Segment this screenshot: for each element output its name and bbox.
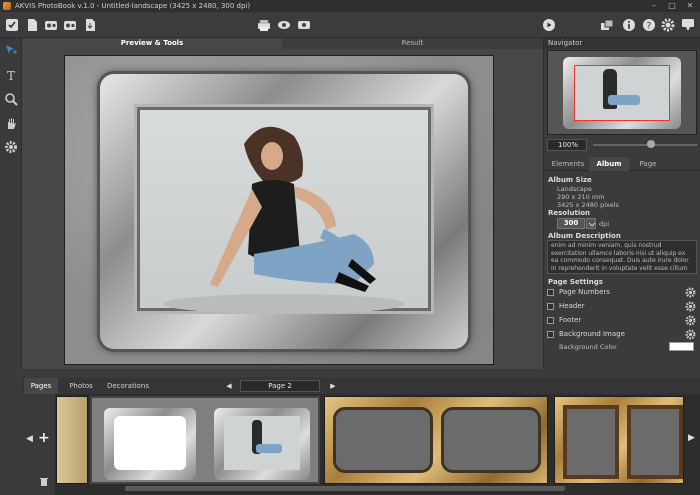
bottom-tabs-bar: Pages Photos Decorations ◀ Page 2 ▶ [22,378,700,394]
background-image-settings-gear-icon[interactable] [685,329,696,340]
size-mm-value: 290 x 210 mm [557,193,605,201]
album-page-preview[interactable] [64,55,494,365]
frame-photo [134,104,434,314]
resolution-unit: dpi [599,220,610,228]
prev-page-icon[interactable]: ◀ [222,378,236,394]
resolution-dropdown-icon[interactable] [586,218,596,229]
app-window: AKVIS PhotoBook v.1.0 - Untitled-landsca… [0,0,700,495]
ornate-silver-frame[interactable] [100,74,468,349]
svg-text:T: T [7,69,15,82]
svg-text:?: ? [647,22,652,32]
background-image-row: Background Image [547,329,699,340]
header-row: Header [547,301,699,312]
page-numbers-settings-gear-icon[interactable] [685,287,696,298]
window-title: AKVIS PhotoBook v.1.0 - Untitled-landsca… [15,2,251,10]
tab-page[interactable]: Page [630,157,666,171]
close-button[interactable]: ✕ [681,0,699,12]
album-size-label: Album Size [548,176,592,184]
run-play-icon[interactable] [542,18,556,32]
pages-strip [0,394,700,495]
settings-panel: Navigator 100% Elements Album Page Album… [543,38,700,368]
navigator-preview[interactable] [547,50,697,135]
page-thumbnail-4[interactable] [554,396,684,484]
page-settings-label: Page Settings [548,278,603,286]
maximize-button[interactable]: □ [663,0,681,12]
strip-prev-arrow-icon[interactable]: ◀ [26,434,33,444]
background-color-swatch[interactable] [669,342,694,351]
tools-sidebar: T [0,38,22,368]
info-icon[interactable] [622,18,636,32]
footer-row: Footer [547,315,699,326]
resolution-input[interactable]: 300 [557,218,585,229]
background-color-label: Background Color [559,343,617,351]
header-checkbox[interactable] [547,303,554,310]
title-bar: AKVIS PhotoBook v.1.0 - Untitled-landsca… [0,0,700,12]
zoom-slider[interactable] [593,144,697,146]
page-thumbnail-2[interactable] [90,396,320,484]
canvas-area[interactable] [22,49,543,369]
zoom-tool-icon[interactable] [4,92,18,106]
save-photos-icon[interactable] [63,18,77,32]
page-selector[interactable]: Page 2 [240,380,320,392]
add-page-plus-icon[interactable]: + [38,430,50,446]
zoom-row: 100% [547,139,699,151]
page-thumbnail-1[interactable] [56,396,88,484]
tab-elements[interactable]: Elements [548,157,588,171]
strip-scrollbar[interactable] [125,486,565,491]
view-tabs: Preview & Tools Result [22,38,543,49]
feedback-icon[interactable] [681,18,695,32]
delete-page-trash-icon[interactable] [40,477,48,486]
size-px-value: 3425 x 2480 pixels [557,201,619,209]
print-icon[interactable] [257,18,271,32]
minimize-button[interactable]: – [645,0,663,12]
select-tool-icon[interactable] [4,43,18,57]
strip-next-arrow-icon[interactable]: ▶ [688,433,695,443]
page-numbers-label: Page Numbers [559,288,610,296]
album-description-label: Album Description [548,232,621,240]
main-toolbar: ? [0,12,700,38]
zoom-select[interactable]: 100% [547,139,587,151]
strip-controls: ◀ + [0,394,55,495]
header-label: Header [559,302,585,310]
export-document-icon[interactable] [83,18,97,32]
tab-album[interactable]: Album [589,157,629,171]
apply-check-icon[interactable] [5,18,19,32]
zoom-slider-handle[interactable] [647,140,655,148]
tab-result[interactable]: Result [282,38,543,49]
footer-label: Footer [559,316,582,324]
new-document-icon[interactable] [25,18,39,32]
background-image-checkbox[interactable] [547,331,554,338]
page-numbers-checkbox[interactable] [547,289,554,296]
footer-checkbox[interactable] [547,317,554,324]
tab-photos[interactable]: Photos [62,378,100,394]
help-icon[interactable]: ? [642,18,656,32]
open-photos-icon[interactable] [44,18,58,32]
tab-decorations[interactable]: Decorations [104,378,152,394]
tab-preview-tools[interactable]: Preview & Tools [22,38,282,49]
header-settings-gear-icon[interactable] [685,301,696,312]
settings-gear-icon[interactable] [661,18,675,32]
app-logo-icon [3,2,11,10]
batch-windows-icon[interactable] [600,18,614,32]
album-description-textarea[interactable]: enim ad minim veniam, quis nostrud exerc… [547,240,697,274]
page-thumbnail-3[interactable] [324,396,548,484]
page-numbers-row: Page Numbers [547,287,699,298]
navigator-title: Navigator [544,38,700,49]
hand-tool-icon[interactable] [4,116,18,130]
slideshow-icon[interactable] [297,18,311,32]
next-page-icon[interactable]: ▶ [326,378,340,394]
orientation-value[interactable]: Landscape [557,185,592,193]
preview-eye-icon[interactable] [277,18,291,32]
panel-tabs: Elements Album Page [544,157,700,171]
background-image-label: Background Image [559,330,625,338]
text-tool-icon[interactable]: T [4,68,18,83]
tool-settings-gear-icon[interactable] [4,140,18,154]
resolution-label: Resolution [548,209,591,217]
tab-pages[interactable]: Pages [24,378,58,394]
footer-settings-gear-icon[interactable] [685,315,696,326]
